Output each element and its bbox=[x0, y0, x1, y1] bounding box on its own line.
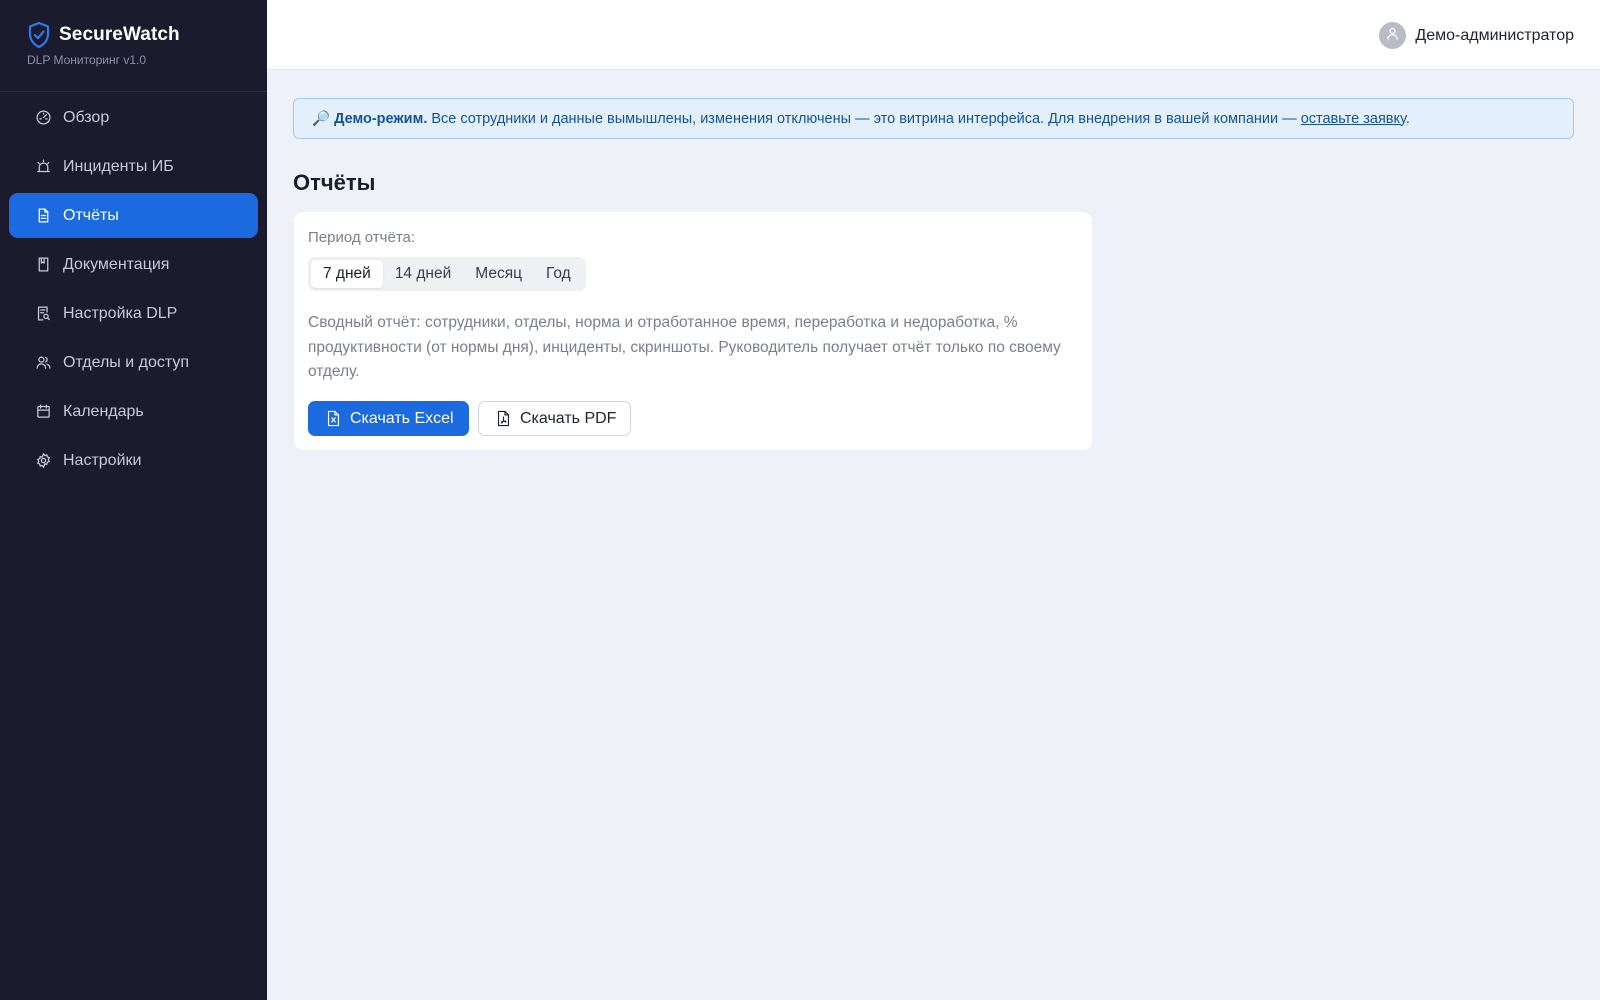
sidebar-item-label: Календарь bbox=[63, 402, 144, 420]
period-selector: 7 дней 14 дней Месяц Год bbox=[308, 257, 586, 291]
sidebar-item-label: Настройки bbox=[63, 451, 142, 469]
sidebar-item-label: Документация bbox=[63, 255, 170, 273]
sidebar-item-overview[interactable]: Обзор bbox=[9, 95, 258, 140]
banner-text: Все сотрудники и данные вымышлены, измен… bbox=[431, 111, 1410, 127]
user-icon bbox=[1385, 26, 1400, 46]
banner-title: Демо-режим. bbox=[334, 110, 428, 127]
excel-file-icon bbox=[326, 410, 350, 427]
download-excel-label: Скачать Excel bbox=[350, 409, 454, 427]
alarm-icon bbox=[35, 158, 63, 175]
banner-tail: . bbox=[1405, 110, 1410, 127]
sidebar-item-label: Отчёты bbox=[63, 206, 119, 224]
sidebar-item-departments[interactable]: Отделы и доступ bbox=[9, 340, 258, 385]
top-bar: Демо-администратор bbox=[267, 0, 1600, 70]
sidebar-divider bbox=[0, 91, 267, 92]
period-7-days[interactable]: 7 дней bbox=[311, 260, 383, 288]
user-name[interactable]: Демо-администратор bbox=[1415, 27, 1574, 45]
document-search-icon bbox=[35, 305, 63, 322]
sidebar-item-reports[interactable]: Отчёты bbox=[9, 193, 258, 238]
download-pdf-label: Скачать PDF bbox=[520, 409, 617, 427]
avatar[interactable] bbox=[1379, 22, 1407, 49]
request-link[interactable]: оставьте заявку bbox=[1301, 111, 1406, 127]
period-month[interactable]: Месяц bbox=[463, 260, 534, 288]
brand-title: SecureWatch bbox=[59, 24, 180, 45]
sidebar-item-label: Настройка DLP bbox=[63, 304, 178, 322]
sidebar-item-dlp-settings[interactable]: Настройка DLP bbox=[9, 291, 258, 336]
report-description: Сводный отчёт: сотрудники, отделы, норма… bbox=[308, 314, 1061, 380]
banner-message: Все сотрудники и данные вымышлены, измен… bbox=[431, 110, 1301, 127]
sidebar-item-incidents[interactable]: Инциденты ИБ bbox=[9, 144, 258, 189]
sidebar-item-label: Инциденты ИБ bbox=[63, 157, 174, 175]
brand-row: SecureWatch bbox=[27, 21, 180, 49]
sidebar: SecureWatch DLP Мониторинг v1.0 Обзор Ин… bbox=[0, 0, 267, 1000]
period-year[interactable]: Год bbox=[534, 260, 583, 288]
period-14-days[interactable]: 14 дней bbox=[383, 260, 463, 288]
calendar-icon bbox=[35, 403, 63, 420]
dashboard-gauge-icon bbox=[35, 109, 63, 126]
download-pdf-button[interactable]: Скачать PDF bbox=[478, 401, 631, 436]
brand-subtitle: DLP Мониторинг v1.0 bbox=[27, 53, 147, 67]
sidebar-item-settings[interactable]: Настройки bbox=[9, 438, 258, 483]
download-excel-button[interactable]: Скачать Excel bbox=[308, 401, 469, 436]
user-menu[interactable]: Демо-администратор bbox=[1379, 22, 1574, 49]
magnifier-icon: 🔎 bbox=[312, 111, 331, 127]
sidebar-item-label: Отделы и доступ bbox=[63, 353, 190, 371]
pdf-file-icon bbox=[496, 410, 520, 427]
report-card: Период отчёта: 7 дней 14 дней Месяц Год … bbox=[294, 212, 1092, 450]
brand: SecureWatch DLP Мониторинг v1.0 bbox=[27, 21, 180, 67]
gear-icon bbox=[35, 452, 63, 469]
demo-mode-banner: 🔎 Демо-режим. Все сотрудники и данные вы… bbox=[293, 98, 1574, 139]
shield-check-icon bbox=[27, 21, 51, 49]
period-label: Период отчёта: bbox=[308, 229, 416, 246]
sidebar-nav: Обзор Инциденты ИБ Отчёты Документация Н… bbox=[9, 95, 258, 487]
users-icon bbox=[35, 354, 63, 371]
sidebar-item-label: Обзор bbox=[63, 108, 110, 126]
book-icon bbox=[35, 256, 63, 273]
sidebar-item-documentation[interactable]: Документация bbox=[9, 242, 258, 287]
sidebar-item-calendar[interactable]: Календарь bbox=[9, 389, 258, 434]
document-icon bbox=[35, 207, 63, 224]
page-title: Отчёты bbox=[293, 170, 376, 195]
